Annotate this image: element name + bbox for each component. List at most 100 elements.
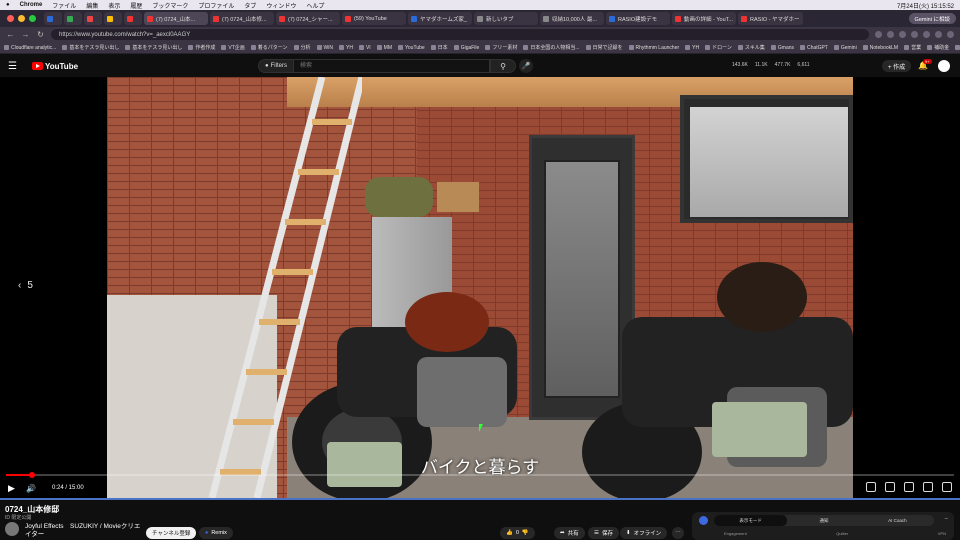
- bookmark-star-icon[interactable]: [875, 31, 882, 38]
- collapse-icon[interactable]: –: [945, 516, 948, 522]
- settings-gear-icon[interactable]: [904, 482, 914, 492]
- youtube-logo[interactable]: YouTube: [32, 62, 78, 71]
- menu-window[interactable]: ウィンドウ: [266, 1, 296, 10]
- thumbs-down-icon[interactable]: 👎: [522, 530, 529, 536]
- extension-icon[interactable]: [923, 31, 930, 38]
- zoom-window-button[interactable]: [29, 15, 36, 22]
- tab-display-mode[interactable]: 表示モード: [714, 515, 788, 526]
- save-button[interactable]: ☰ 保存: [588, 527, 619, 539]
- tab-pinned-3[interactable]: [84, 12, 102, 25]
- tab-item[interactable]: (7) 0724_山本修...: [210, 12, 274, 25]
- tab-item[interactable]: 新しいタブ: [474, 12, 538, 25]
- tab-item[interactable]: ヤマダホームズ家_: [408, 12, 472, 25]
- tab-pinned-4[interactable]: [104, 12, 122, 25]
- hamburger-menu-icon[interactable]: ☰: [8, 61, 22, 72]
- close-window-button[interactable]: [7, 15, 14, 22]
- back-icon[interactable]: ←: [6, 30, 15, 39]
- autoplay-toggle-icon[interactable]: [866, 482, 876, 492]
- menu-profile[interactable]: プロファイル: [198, 1, 234, 10]
- tab-pinned-1[interactable]: [44, 12, 62, 25]
- bookmark-item[interactable]: ChatGPT: [800, 45, 828, 51]
- bookmark-item[interactable]: YouTube: [398, 45, 425, 51]
- menu-tab[interactable]: タブ: [244, 1, 256, 10]
- tab-item[interactable]: 動画の詳細 - YouT...: [672, 12, 737, 25]
- bookmark-item[interactable]: MM: [376, 45, 392, 51]
- fullscreen-icon[interactable]: [942, 482, 952, 492]
- tab-item[interactable]: RASIO建設デモ: [606, 12, 670, 25]
- bookmark-item[interactable]: 分析: [293, 44, 311, 51]
- menu-help[interactable]: ヘルプ: [306, 1, 324, 10]
- menu-file[interactable]: ファイル: [52, 1, 76, 10]
- bookmark-item[interactable]: 日本全国の人物相当...: [523, 44, 580, 51]
- tab-notifications[interactable]: 通知: [787, 515, 860, 526]
- menu-edit[interactable]: 編集: [86, 1, 98, 10]
- tab-ai-coach[interactable]: AI Coach: [861, 515, 934, 526]
- tab-item[interactable]: 収納10,000人 最...: [540, 12, 604, 25]
- bookmark-item[interactable]: 作者作成: [188, 44, 215, 51]
- tab-item[interactable]: (7) 0724_シャー...: [276, 12, 340, 25]
- menu-dots-icon[interactable]: [947, 31, 954, 38]
- bookmark-item[interactable]: 基本をテスラ見い出し: [125, 44, 182, 51]
- bookmark-item[interactable]: Gemini: [833, 45, 857, 51]
- extension-icon[interactable]: [911, 31, 918, 38]
- tab-active[interactable]: (7) 0724_山本...: [144, 12, 208, 25]
- play-icon[interactable]: ▶: [8, 483, 22, 494]
- gemini-button[interactable]: Gemini に相談: [908, 13, 956, 24]
- video-player[interactable]: ‹ 5 バイクと暮らす ▶ 🔊 0:24 / 15:00: [0, 77, 960, 498]
- progress-bar[interactable]: [6, 472, 954, 478]
- theater-mode-icon[interactable]: [923, 482, 933, 492]
- minimize-window-button[interactable]: [18, 15, 25, 22]
- bookmark-item[interactable]: 着るパターン: [250, 44, 288, 51]
- menu-bookmarks[interactable]: ブックマーク: [152, 1, 188, 10]
- reload-icon[interactable]: ↻: [36, 30, 45, 39]
- bookmark-item[interactable]: 日本: [430, 44, 448, 51]
- bookmark-item[interactable]: スキル集: [737, 44, 765, 51]
- video-frame[interactable]: [107, 77, 853, 498]
- profile-icon[interactable]: [935, 31, 942, 38]
- extension-icon[interactable]: [899, 31, 906, 38]
- bookmark-item[interactable]: 営業: [904, 44, 921, 51]
- apple-menu[interactable]: ●: [6, 2, 10, 8]
- chapter-nav[interactable]: ‹ 5: [18, 280, 33, 291]
- bookmark-item[interactable]: YH: [338, 45, 353, 51]
- bookmark-item[interactable]: Rhythmm Launcher: [628, 45, 679, 51]
- bookmark-item[interactable]: ドローン: [705, 44, 732, 51]
- bookmark-item[interactable]: 基本をテスラ見い出し: [62, 44, 119, 51]
- bookmark-item[interactable]: 便利サイト: [955, 44, 960, 51]
- forward-icon[interactable]: →: [21, 30, 30, 39]
- menubar-clock[interactable]: 7月24日(火) 15:15:52: [897, 1, 954, 10]
- remix-button[interactable]: ● Remix: [199, 527, 233, 539]
- menu-view[interactable]: 表示: [108, 1, 120, 10]
- account-avatar[interactable]: [938, 60, 950, 72]
- tab-pinned-2[interactable]: [64, 12, 82, 25]
- channel-avatar[interactable]: [5, 522, 19, 536]
- create-button[interactable]: + 作成: [882, 60, 912, 72]
- volume-icon[interactable]: 🔊: [26, 484, 42, 493]
- menu-chrome[interactable]: Chrome: [20, 2, 43, 8]
- search-input[interactable]: [292, 59, 490, 73]
- bookmark-item[interactable]: フリー素材: [485, 44, 517, 51]
- bookmark-item[interactable]: GigaFile: [453, 45, 479, 51]
- tab-pinned-5[interactable]: [124, 12, 142, 25]
- bookmark-item[interactable]: Gmans: [770, 45, 794, 51]
- chevron-left-icon[interactable]: ‹: [18, 280, 21, 291]
- bookmark-item[interactable]: VT企画: [221, 44, 245, 51]
- bookmark-item[interactable]: Cloudflare analytic...: [4, 45, 56, 51]
- bookmark-item[interactable]: VI: [358, 45, 371, 51]
- menu-history[interactable]: 履歴: [130, 1, 142, 10]
- subtitles-icon[interactable]: [885, 482, 895, 492]
- bookmark-item[interactable]: 補助金: [927, 44, 949, 51]
- share-button[interactable]: ➦ 共有: [554, 527, 585, 539]
- tab-item[interactable]: RASIO - ヤマダホー: [738, 12, 803, 25]
- subscribe-button[interactable]: チャンネル登録: [146, 527, 197, 539]
- filters-button[interactable]: ● Filters: [258, 59, 293, 73]
- tab-item[interactable]: (59) YouTube: [342, 12, 406, 25]
- like-button[interactable]: 👍 0 👎: [500, 527, 535, 539]
- bookmark-item[interactable]: 日常で記録を: [585, 44, 623, 51]
- search-button[interactable]: ⚲: [490, 59, 516, 73]
- bookmark-item[interactable]: WiN: [316, 45, 333, 51]
- address-bar[interactable]: https://www.youtube.com/watch?v=_aexcl0A…: [51, 29, 869, 40]
- voice-search-button[interactable]: 🎤: [519, 59, 533, 73]
- bookmark-item[interactable]: YH: [685, 45, 699, 51]
- bookmark-item[interactable]: NotebookLM: [862, 45, 898, 51]
